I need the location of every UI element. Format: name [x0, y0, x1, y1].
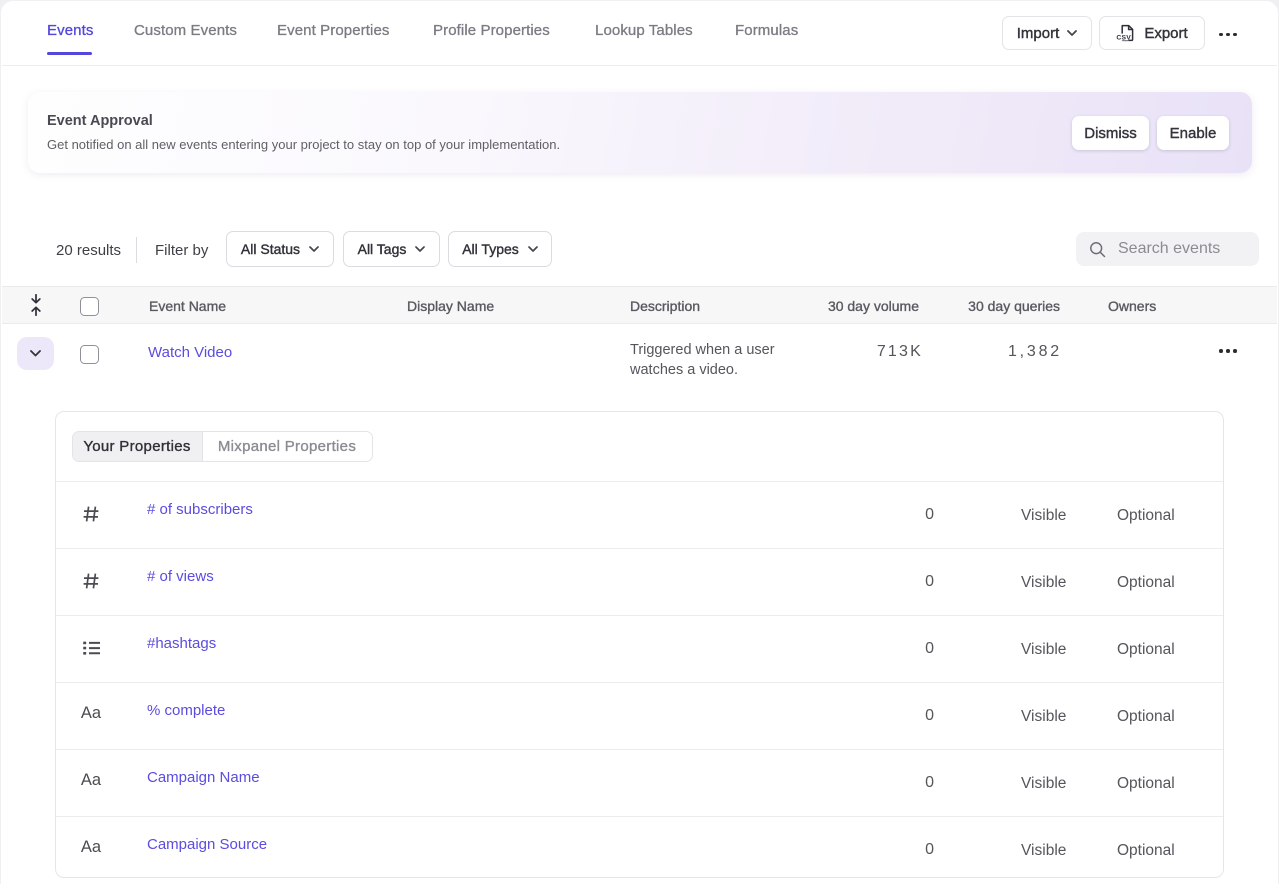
svg-text:CSV: CSV [1117, 34, 1132, 41]
